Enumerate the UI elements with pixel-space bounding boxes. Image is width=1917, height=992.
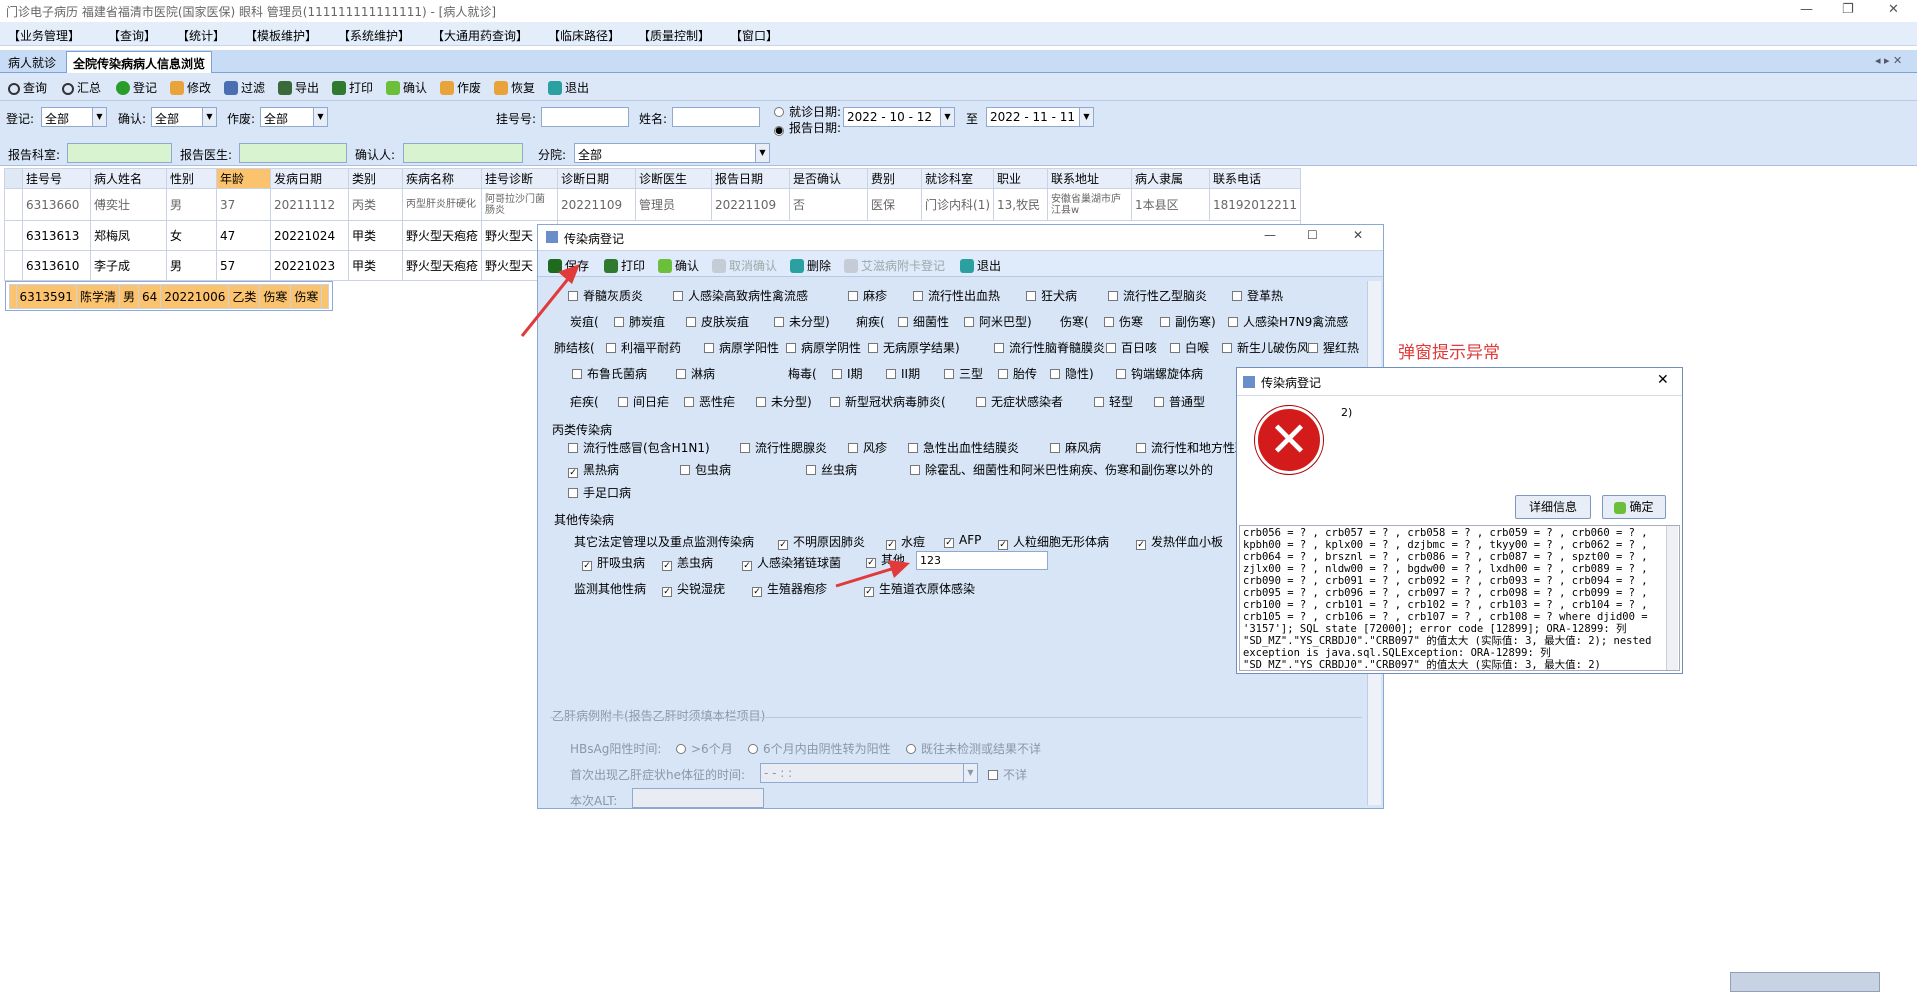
arrow-head [558, 264, 580, 284]
error-dialog-titlebar: 传染病登记 ✕ [1237, 368, 1682, 396]
details-scrollbar[interactable] [1666, 526, 1678, 670]
check-icon [1614, 502, 1627, 514]
arrow-to-other-field [835, 565, 899, 588]
error-message: 2) [1341, 406, 1353, 419]
error-icon: ✕ [1255, 406, 1323, 474]
annotation-text: 弹窗提示异常 [1398, 343, 1500, 363]
arrow-to-save [520, 273, 574, 337]
arrow-head [888, 560, 910, 578]
app-icon [1243, 376, 1255, 388]
error-details-text[interactable]: crb056 = ? , crb057 = ? , crb058 = ? , c… [1239, 525, 1680, 671]
error-dialog: 传染病登记 ✕ ✕ 2) 详细信息 确定 crb056 = ? , crb057… [1236, 367, 1683, 674]
dialog-title: 传染病登记 [1261, 376, 1322, 390]
taskbar-thumbnail[interactable] [1730, 972, 1880, 992]
details-button[interactable]: 详细信息 [1515, 495, 1591, 519]
ok-label: 确定 [1629, 500, 1654, 514]
close-icon[interactable]: ✕ [1657, 372, 1669, 388]
ok-button[interactable]: 确定 [1602, 495, 1666, 519]
